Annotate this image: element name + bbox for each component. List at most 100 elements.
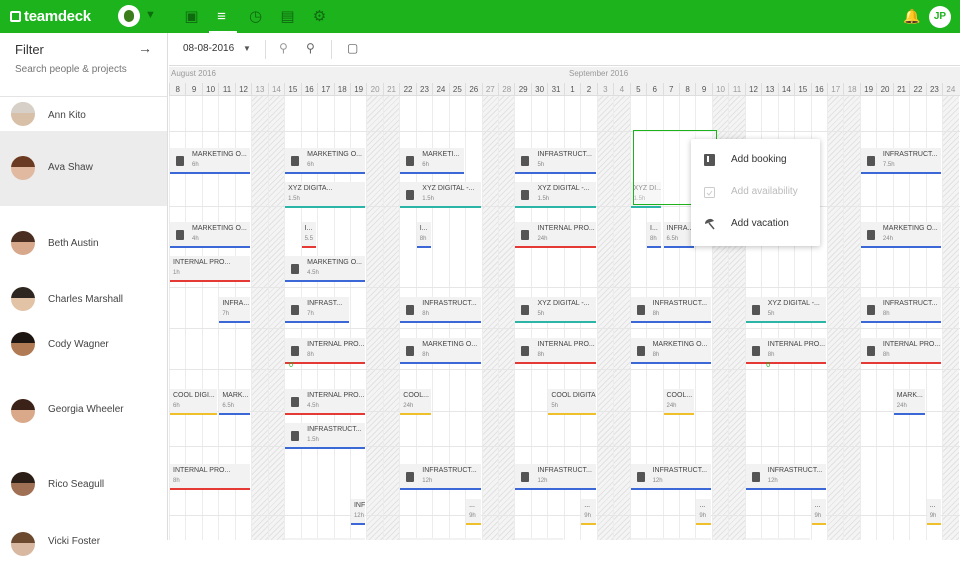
booking-title: INTERNAL PRO... [307,392,365,399]
search-input[interactable] [15,64,155,75]
booking-block[interactable]: COOL... 24h [663,389,695,415]
booking-block[interactable]: INFRA... 7h [219,297,251,323]
booking-block[interactable]: COOL DIGITA... 5h [548,389,596,415]
booking-block[interactable]: INTERNAL PRO... 8h [170,464,251,490]
booking-block[interactable]: INFRASTRUCT... 12h [515,464,596,490]
booking-block[interactable]: MARKETING O... 4h [170,222,251,248]
weekend-column[interactable] [942,96,959,540]
menu-item-add-vacation[interactable]: Add vacation [691,208,820,240]
booking-block[interactable]: INTERNAL PRO... 8h [860,338,942,364]
weekend-column[interactable] [382,96,400,540]
booking-block[interactable]: ... 9h [926,499,942,525]
booking-block[interactable]: INFRASTRUCT... 8h [630,297,711,323]
booking-block[interactable]: XYZ DIGITAL -... 1.5h [515,182,596,208]
booking-block[interactable]: INFRASTRUCT... 12h [630,464,711,490]
day-header: 6 [646,83,662,96]
booking-block[interactable]: ... 9h [696,499,711,525]
menu-item-add-booking[interactable]: Add booking [691,144,820,176]
booking-block[interactable]: I... 8h [647,222,662,248]
person-row[interactable]: Cody Wagner [0,320,167,373]
chevron-down-icon[interactable]: ▼ [145,9,156,21]
booking-block[interactable]: ... 9h [466,499,481,525]
reports-icon[interactable]: ▤ [279,8,296,25]
booking-block[interactable]: INFRAST... 7h [285,297,349,323]
booking-block[interactable]: INFRASTRUCT... 12h [745,464,826,490]
booking-block[interactable]: XYZ DIGITAL -... 5h [515,297,596,323]
timer-icon[interactable]: ◷ [247,8,264,25]
zoom-out-icon[interactable]: ⚲ [279,41,288,55]
weekend-column[interactable] [481,96,498,540]
booking-block[interactable]: XYZ DIGITAL -... 5h [745,297,826,323]
team-avatar[interactable] [118,5,140,27]
notification-bell-icon[interactable]: 🔔 [903,8,920,25]
booking-block[interactable]: MARKETI... 6h [400,148,465,174]
booking-block[interactable]: MARKETING O... 24h [860,222,942,248]
booking-block[interactable]: COOL DIGI... 6h [170,389,218,415]
booking-block[interactable]: INTERNAL PRO... 8h [285,338,366,364]
weekend-column[interactable] [827,96,844,540]
booking-hours: 24h [403,403,414,409]
zoom-in-icon[interactable]: ⚲ [306,41,315,55]
booking-block[interactable]: INFRASTRUCT... 12h [350,499,366,525]
booking-block[interactable]: MARKETING O... 6h [170,148,251,174]
person-row[interactable]: Beth Austin [0,206,167,279]
booking-block[interactable]: MARKETING O... 8h [630,338,711,364]
booking-block[interactable]: INFRASTRUCT... 5h [515,148,596,174]
weekend-column[interactable] [613,96,630,540]
booking-block[interactable]: MARKETING O... 4.5h [285,256,366,282]
day-header: 16 [300,83,317,96]
settings-gear-icon[interactable]: ⚙ [311,8,328,25]
booking-block[interactable]: INFRASTRUCT... 1.5h [285,423,366,449]
scheduler-icon[interactable]: ≡ [213,8,230,25]
teamdeck-logo[interactable]: teamdeck [10,8,91,25]
booking-block[interactable]: COOL... 24h [400,389,432,415]
booking-block[interactable]: INTERNAL PRO... 8h [745,338,826,364]
weekend-column[interactable] [498,96,515,540]
weekend-column[interactable] [843,96,860,540]
booking-block[interactable]: INFRA... 6.5h [663,222,695,248]
booking-block[interactable]: MARKETING O... 6h [285,148,366,174]
arrow-right-icon[interactable]: → [138,40,152,56]
weekend-column[interactable] [267,96,285,540]
schedule-grid[interactable]: MARKETING O... 6h MARKETING O... 6h MARKETI.… [169,96,960,540]
booking-block[interactable]: INFRASTRUCT... 12h [400,464,481,490]
booking-block[interactable]: INTERNAL PRO... 4.5h [285,389,366,415]
person-row[interactable]: Ann Kito [0,97,167,131]
day-header: 24 [432,83,448,96]
caret-down-icon[interactable]: ▼ [243,44,251,53]
booking-block[interactable]: ... 9h [811,499,826,525]
day-header: 16 [810,83,827,96]
person-row[interactable]: Georgia Wheeler [0,373,167,448]
booking-block[interactable]: INTERNAL PRO... 8h [515,338,596,364]
date-picker[interactable]: 08-08-2016 [183,43,234,54]
booking-title: INFRA... [222,300,250,307]
weekend-column[interactable] [251,96,268,540]
booking-block[interactable]: XYZ DIGITAL -... 1.5h [400,182,481,208]
weekend-column[interactable] [366,96,383,540]
person-row[interactable]: Charles Marshall [0,279,167,320]
person-row[interactable]: Rico Seagull [0,448,167,518]
booking-block[interactable]: XYZ DIGITA... 1.5h [285,182,366,208]
booking-block[interactable]: INFRASTRUCT... 7.5h [860,148,942,174]
dashboard-icon[interactable]: ▣ [183,8,200,25]
day-header: 23 [415,83,432,96]
day-header: 27 [481,83,498,96]
booking-block[interactable]: ... 9h [581,499,596,525]
booking-block[interactable]: MARK... 24h [893,389,925,415]
booking-block[interactable]: MARK... 6.5h [219,389,251,415]
user-avatar[interactable]: JP [929,6,951,28]
booking-block[interactable]: MARKETING O... 8h [400,338,481,364]
booking-icon [866,156,875,166]
booking-block[interactable]: INTERNAL PRO... 1h [170,256,251,282]
booking-block[interactable]: INFRASTRUCT... 8h [400,297,481,323]
person-row[interactable]: Vicki Foster [0,518,167,578]
person-name: Ann Kito [48,110,86,121]
booking-block[interactable]: I... 8h [416,222,432,248]
booking-block[interactable]: I... 5.5 [301,222,317,248]
selection-tool-icon[interactable]: ▢ [347,41,358,55]
booking-block[interactable]: INFRASTRUCT... 8h [860,297,942,323]
person-row[interactable]: Ava Shaw [0,131,167,206]
booking-block[interactable]: INTERNAL PRO... 24h [515,222,596,248]
booking-title: COOL... [666,392,693,399]
weekend-column[interactable] [596,96,614,540]
